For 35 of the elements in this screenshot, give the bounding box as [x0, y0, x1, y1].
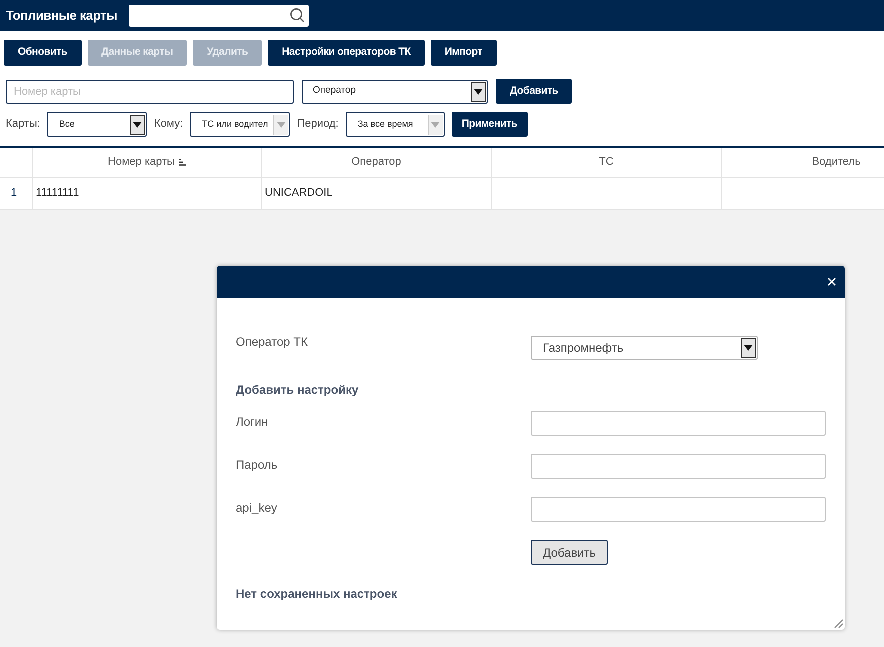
- filter-label: Кому:: [154, 117, 184, 132]
- table-cell-text: UNICARDOIL: [265, 186, 333, 202]
- add-button[interactable]: Добавить: [496, 79, 572, 104]
- section-title: Добавить настройку: [236, 382, 360, 399]
- toolbar-button[interactable]: Импорт: [430, 40, 497, 66]
- sort-icon[interactable]: [178, 159, 186, 166]
- input-field[interactable]: [530, 411, 826, 436]
- column-header[interactable]: Водитель: [812, 154, 861, 171]
- empty-message: Нет сохраненных настроек: [236, 586, 398, 603]
- resize-grip-icon[interactable]: [834, 619, 843, 628]
- row-number: 1: [11, 186, 18, 202]
- field-label: api_key: [236, 500, 278, 517]
- filter-dropdown[interactable]: Все: [47, 112, 148, 137]
- page-title: Топливные карты: [6, 6, 118, 25]
- toolbar-button[interactable]: Настройки операторов ТК: [268, 40, 425, 66]
- filter-label: Период:: [297, 117, 339, 132]
- field-label: Логин: [236, 414, 270, 431]
- add-setting-button[interactable]: Добавить: [531, 540, 608, 565]
- field-label: Оператор ТК: [236, 334, 309, 351]
- apply-button[interactable]: Применить: [452, 112, 528, 137]
- search-field[interactable]: [129, 4, 310, 26]
- card-number-field[interactable]: Номер карты: [6, 80, 294, 104]
- column-header[interactable]: ТС: [599, 154, 614, 171]
- filter-label: Карты:: [6, 117, 40, 132]
- operator-dropdown[interactable]: Оператор: [302, 80, 488, 104]
- field-label: Пароль: [236, 457, 279, 474]
- column-header[interactable]: Номер карты: [108, 154, 175, 171]
- column-header[interactable]: Оператор: [352, 154, 402, 171]
- table-cell-text: 11111111: [36, 186, 80, 202]
- input-field[interactable]: [530, 454, 826, 479]
- close-icon[interactable]: [828, 278, 836, 286]
- input-field[interactable]: [530, 497, 826, 522]
- operator-dropdown[interactable]: Газпромнефть: [531, 336, 758, 360]
- toolbar-button[interactable]: Обновить: [4, 40, 82, 66]
- search-icon: [290, 8, 306, 23]
